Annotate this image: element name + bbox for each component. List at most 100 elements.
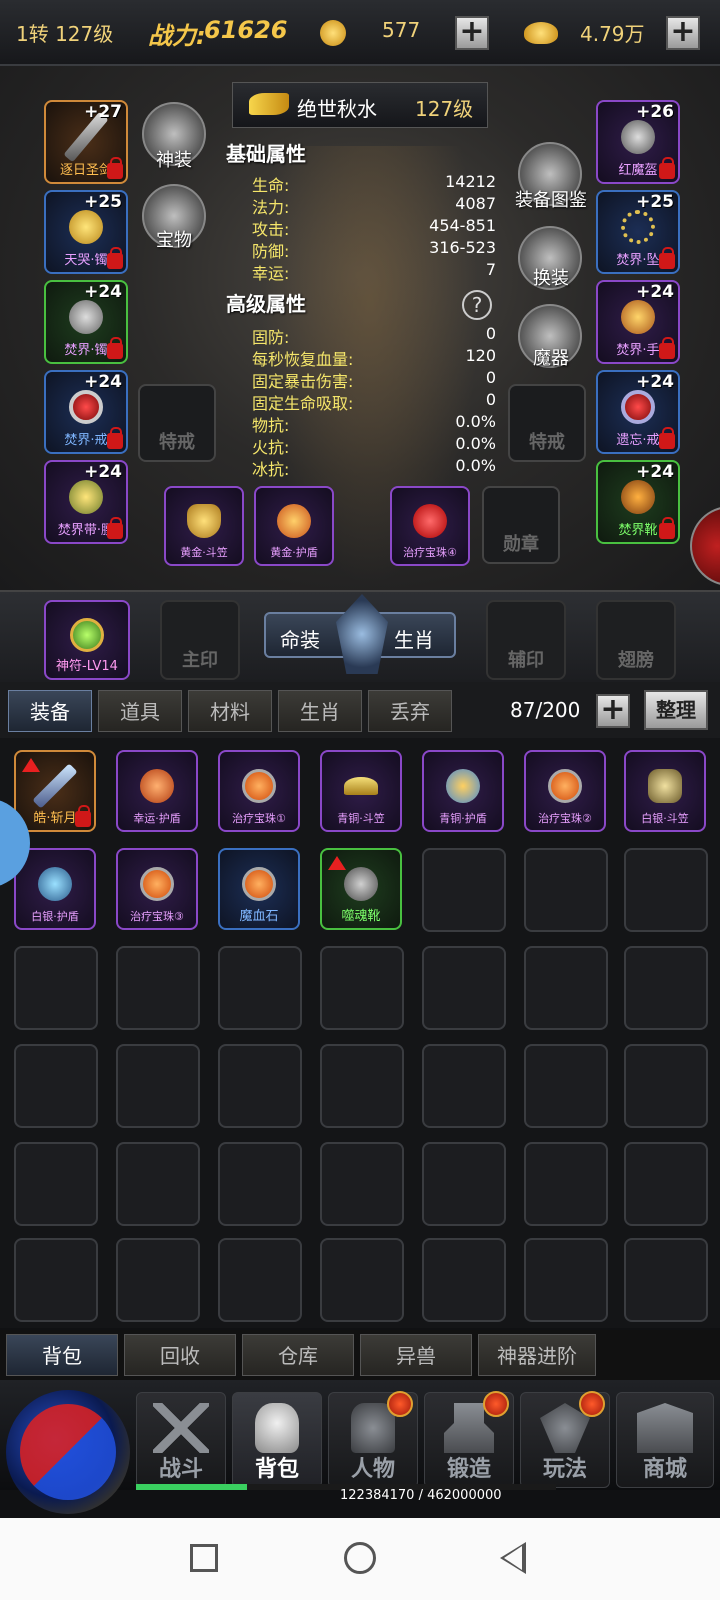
inventory-item[interactable]: 治疗宝珠③ bbox=[116, 848, 198, 930]
empty-slot[interactable] bbox=[624, 848, 708, 932]
equip-slot-boots[interactable]: +24 焚界靴 bbox=[596, 460, 680, 544]
empty-slot[interactable] bbox=[320, 946, 404, 1030]
hat-icon bbox=[648, 769, 682, 804]
empty-slot[interactable] bbox=[524, 1142, 608, 1226]
equip-slot-helmet[interactable]: +26 红魔盔 bbox=[596, 100, 680, 184]
empty-slot[interactable] bbox=[624, 1044, 708, 1128]
empty-slot[interactable] bbox=[524, 1044, 608, 1128]
nav-battle[interactable]: 战斗 bbox=[136, 1392, 226, 1488]
character-title: 绝世秋水 bbox=[297, 97, 377, 121]
equip-slot-ring-2[interactable]: +24 遗忘·戒 bbox=[596, 370, 680, 454]
empty-slot[interactable] bbox=[422, 946, 506, 1030]
equip-slot-necklace[interactable]: +25 焚界·坠 bbox=[596, 190, 680, 274]
add-gold-button[interactable]: + bbox=[666, 16, 700, 50]
item-name: 青铜·护盾 bbox=[439, 812, 487, 825]
nav-label: 商城 bbox=[642, 1457, 687, 1482]
equip-slot-shield[interactable]: 黄金·护盾 bbox=[254, 486, 334, 566]
empty-slot[interactable] bbox=[14, 1044, 98, 1128]
add-coupon-button[interactable]: + bbox=[455, 16, 489, 50]
empty-slot[interactable] bbox=[218, 1238, 302, 1322]
equip-slot-ring-1[interactable]: +24 焚界·戒 bbox=[44, 370, 128, 454]
equip-slot-glove[interactable]: +24 焚界·手 bbox=[596, 280, 680, 364]
empty-slot[interactable] bbox=[320, 1142, 404, 1226]
empty-slot[interactable] bbox=[624, 1238, 708, 1322]
wings-slot[interactable]: 翅膀 bbox=[596, 600, 676, 680]
main-seal-slot[interactable]: 主印 bbox=[160, 600, 240, 680]
empty-slot[interactable] bbox=[320, 1238, 404, 1322]
equip-slot-bracelet-1[interactable]: +25 天哭·镯 bbox=[44, 190, 128, 274]
equip-slot-gem[interactable]: 治疗宝珠④ bbox=[390, 486, 470, 566]
mingzhuang-shengxiao-toggle[interactable]: 命装 生肖 bbox=[264, 594, 456, 674]
tab-discard[interactable]: 丢弃 bbox=[368, 690, 452, 732]
empty-slot[interactable] bbox=[524, 1238, 608, 1322]
nav-forge[interactable]: 锻造 bbox=[424, 1391, 514, 1488]
coupon-icon bbox=[320, 20, 346, 46]
empty-slot[interactable] bbox=[422, 1142, 506, 1226]
tab-materials[interactable]: 材料 bbox=[188, 690, 272, 732]
nav-character[interactable]: 人物 bbox=[328, 1391, 418, 1488]
equip-slot-bracelet-2[interactable]: +24 焚界·镯 bbox=[44, 280, 128, 364]
empty-slot[interactable] bbox=[422, 1044, 506, 1128]
nav-shop[interactable]: 商城 bbox=[616, 1392, 714, 1488]
tab-warehouse[interactable]: 仓库 bbox=[242, 1334, 354, 1376]
inventory-item[interactable]: 幸运·护盾 bbox=[116, 750, 198, 832]
inventory-item[interactable]: 白银·斗笠 bbox=[624, 750, 706, 832]
shenfu-slot[interactable]: 神符-LV14 bbox=[44, 600, 130, 680]
empty-slot[interactable] bbox=[624, 1142, 708, 1226]
inventory-item[interactable]: 噬魂靴 bbox=[320, 848, 402, 930]
inventory-capacity: 87/200 bbox=[510, 698, 581, 722]
inventory-item[interactable]: 皓·斩月 bbox=[14, 750, 96, 832]
recents-icon[interactable] bbox=[190, 1544, 218, 1572]
inventory-item[interactable]: 治疗宝珠① bbox=[218, 750, 300, 832]
tab-artifact-upgrade[interactable]: 神器进阶 bbox=[478, 1334, 596, 1376]
tab-backpack[interactable]: 背包 bbox=[6, 1334, 118, 1376]
empty-slot[interactable] bbox=[422, 1238, 506, 1322]
shield-icon bbox=[446, 769, 480, 804]
empty-slot[interactable] bbox=[116, 1142, 200, 1226]
empty-slot[interactable] bbox=[218, 1044, 302, 1128]
empty-slot[interactable] bbox=[14, 946, 98, 1030]
sort-button[interactable]: 整理 bbox=[644, 690, 708, 730]
lock-icon bbox=[107, 337, 123, 359]
empty-slot[interactable] bbox=[116, 946, 200, 1030]
tab-recycle[interactable]: 回收 bbox=[124, 1334, 236, 1376]
tab-items[interactable]: 道具 bbox=[98, 690, 182, 732]
special-ring-slot-1[interactable]: 特戒 bbox=[138, 384, 216, 462]
equip-slot-weapon[interactable]: +27 逐日圣剑 bbox=[44, 100, 128, 184]
empty-slot[interactable] bbox=[116, 1044, 200, 1128]
special-ring-slot-2[interactable]: 特戒 bbox=[508, 384, 586, 462]
equip-slot-hat[interactable]: 黄金·斗笠 bbox=[164, 486, 244, 566]
empty-slot[interactable] bbox=[320, 1044, 404, 1128]
enhance-level: +24 bbox=[84, 372, 122, 392]
help-icon[interactable]: ? bbox=[462, 290, 492, 320]
inventory-item[interactable]: 治疗宝珠② bbox=[524, 750, 606, 832]
slot-label: 勋章 bbox=[503, 534, 539, 555]
home-icon[interactable] bbox=[344, 1542, 376, 1574]
expand-inventory-button[interactable]: + bbox=[596, 694, 630, 728]
inventory-item[interactable]: 青铜·护盾 bbox=[422, 750, 504, 832]
empty-slot[interactable] bbox=[624, 946, 708, 1030]
enhance-level: +24 bbox=[636, 372, 674, 392]
empty-slot[interactable] bbox=[422, 848, 506, 932]
side-float-button[interactable] bbox=[690, 506, 720, 586]
empty-slot[interactable] bbox=[14, 1238, 98, 1322]
empty-slot[interactable] bbox=[14, 1142, 98, 1226]
nav-gameplay[interactable]: 玩法 bbox=[520, 1391, 610, 1488]
nav-backpack[interactable]: 背包 bbox=[232, 1392, 322, 1488]
inventory-item[interactable]: 魔血石 bbox=[218, 848, 300, 930]
empty-slot[interactable] bbox=[218, 946, 302, 1030]
equip-slot-belt[interactable]: +24 焚界带·腰 bbox=[44, 460, 128, 544]
empty-slot[interactable] bbox=[218, 1142, 302, 1226]
equip-slot-medal[interactable]: 勋章 bbox=[482, 486, 560, 564]
item-name: 治疗宝珠② bbox=[538, 812, 592, 825]
attr-key: 法力: bbox=[252, 198, 290, 217]
nav-label: 锻造 bbox=[446, 1457, 491, 1482]
tab-beasts[interactable]: 异兽 bbox=[360, 1334, 472, 1376]
tab-equipment[interactable]: 装备 bbox=[8, 690, 92, 732]
aux-seal-slot[interactable]: 辅印 bbox=[486, 600, 566, 680]
empty-slot[interactable] bbox=[116, 1238, 200, 1322]
tab-zodiac[interactable]: 生肖 bbox=[278, 690, 362, 732]
inventory-item[interactable]: 青铜·斗笠 bbox=[320, 750, 402, 832]
empty-slot[interactable] bbox=[524, 946, 608, 1030]
empty-slot[interactable] bbox=[524, 848, 608, 932]
